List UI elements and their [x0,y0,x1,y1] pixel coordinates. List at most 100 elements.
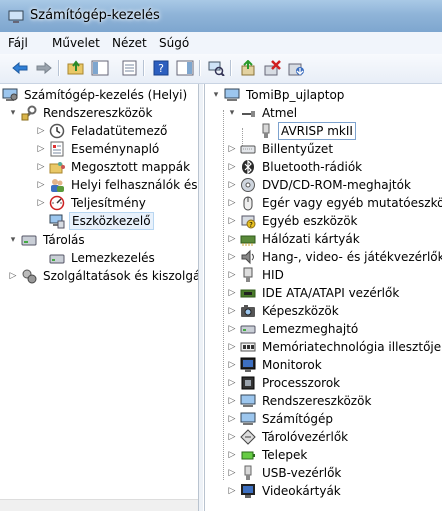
tree-item-device-manager[interactable]: Eszközkezelő [49,212,154,230]
device-label: Rendszereszközök [262,394,372,408]
menu-help[interactable]: Súgó [159,36,189,50]
expand-arrow-icon[interactable]: ▷ [227,396,237,406]
menu-view[interactable]: Nézet [112,36,147,50]
device-category-sound[interactable]: ▷ Hang-, video- és játékvezérlők [227,248,442,266]
tree-item-disk-management[interactable]: Lemezkezelés [49,249,157,267]
collapse-arrow-icon[interactable]: ▾ [211,90,221,100]
device-category-monitors[interactable]: ▷ Monitorok [227,356,324,374]
disk-drive-icon [240,321,256,337]
device-root-computer[interactable]: ▾ TomiBp_ujlaptop [211,86,346,104]
expand-arrow-icon[interactable]: ▷ [227,216,237,226]
tree-item-shared-folders[interactable]: ▷ Megosztott mappák [36,158,192,176]
device-label: Billentyűzet [262,142,334,156]
collapse-arrow-icon[interactable]: ▾ [8,108,18,118]
tree-item-services[interactable]: ▷ Szolgáltatások és kiszolgálá [8,267,198,285]
device-category-memory-tech[interactable]: ▷ Memóriatechnológia illesztője [227,338,442,356]
device-category-atmel[interactable]: ▾ Atmel [227,104,299,122]
expand-arrow-icon[interactable]: ▷ [227,360,237,370]
device-category-bluetooth[interactable]: ▷ Bluetooth-rádiók [227,158,364,176]
title-bar[interactable]: Számítógép-kezelés [0,0,442,33]
device-category-system-devices[interactable]: ▷ Rendszereszközök [227,392,373,410]
console-tree[interactable]: Számítógép-kezelés (Helyi) ▾ Rendszeresz… [0,84,199,511]
expand-arrow-icon[interactable]: ▷ [36,180,46,190]
expand-arrow-icon[interactable]: ▷ [8,271,18,281]
device-category-computer[interactable]: ▷ Számítógép [227,410,335,428]
expand-arrow-icon[interactable]: ▷ [36,198,46,208]
device-category-batteries[interactable]: ▷ Telepek [227,446,309,464]
scan-hardware-icon[interactable] [206,59,226,77]
help-icon[interactable]: ? [151,59,171,77]
uninstall-icon[interactable] [262,59,282,77]
menu-file[interactable]: Fájl [8,36,28,50]
show-tree-icon[interactable] [90,59,110,77]
expand-arrow-icon[interactable]: ▷ [227,288,237,298]
forward-icon[interactable] [34,59,54,77]
device-category-display-adapters[interactable]: ▷ Videokártyák [227,482,343,500]
expand-arrow-icon[interactable]: ▷ [36,162,46,172]
tree-item-performance[interactable]: ▷ Teljesítmény [36,194,148,212]
tree-label: Megosztott mappák [71,160,191,174]
expand-arrow-icon[interactable]: ▷ [36,126,46,136]
device-category-dvd[interactable]: ▷ DVD/CD-ROM-meghajtók [227,176,413,194]
expand-arrow-icon[interactable]: ▷ [227,270,237,280]
display-adapter-icon [240,483,256,499]
tree-item-storage[interactable]: ▾ Tárolás [8,231,87,249]
memory-tech-icon [240,339,256,355]
device-category-hid[interactable]: ▷ HID [227,266,286,284]
properties-icon[interactable] [120,59,140,77]
device-label: Videokártyák [262,484,341,498]
tree-item-local-users[interactable]: ▷ Helyi felhasználók és cs [36,176,198,194]
expand-arrow-icon[interactable]: ▷ [227,234,237,244]
device-category-imaging[interactable]: ▷ Képeszközök [227,302,341,320]
window-title: Számítógép-kezelés [30,8,160,23]
update-driver-icon[interactable] [238,59,258,77]
expand-arrow-icon[interactable]: ▷ [36,144,46,154]
expand-arrow-icon[interactable]: ▷ [227,252,237,262]
tree-item-computer-management[interactable]: Számítógép-kezelés (Helyi) [2,86,189,104]
expand-arrow-icon[interactable]: ▷ [227,162,237,172]
menu-action[interactable]: Művelet [52,36,100,50]
computer-icon [224,87,240,103]
device-category-other[interactable]: ▷ ? Egyéb eszközök [227,212,360,230]
device-avrisp-mkii[interactable]: AVRISP mkII [258,122,356,140]
expand-arrow-icon[interactable]: ▷ [227,486,237,496]
local-users-icon [49,177,65,193]
expand-arrow-icon[interactable]: ▷ [227,378,237,388]
tree-item-system-tools[interactable]: ▾ Rendszereszközök [8,104,154,122]
device-category-disk-drives[interactable]: ▷ Lemezmeghajtó [227,320,360,338]
horizontal-scrollbar[interactable] [0,499,198,511]
device-category-storage-controllers[interactable]: ▷ Tárolóvezérlők [227,428,350,446]
expand-arrow-icon[interactable]: ▷ [227,450,237,460]
collapse-arrow-icon[interactable]: ▾ [227,108,237,118]
action-pane-icon[interactable] [175,59,195,77]
device-category-mouse[interactable]: ▷ Egér vagy egyéb mutatóeszköz [227,194,442,212]
expand-arrow-icon[interactable]: ▷ [227,306,237,316]
usb-icon [240,105,256,121]
expand-arrow-icon[interactable]: ▷ [227,180,237,190]
expand-arrow-icon[interactable]: ▷ [227,198,237,208]
device-category-ide[interactable]: ▷ IDE ATA/ATAPI vezérlők [227,284,401,302]
device-category-processors[interactable]: ▷ Processzorok [227,374,342,392]
dvd-drive-icon [240,177,256,193]
pane-splitter[interactable] [199,84,203,511]
expand-arrow-icon[interactable]: ▷ [227,324,237,334]
sound-icon [240,249,256,265]
expand-arrow-icon[interactable]: ▷ [227,468,237,478]
device-category-keyboard[interactable]: ▷ Billentyűzet [227,140,335,158]
device-category-usb-controllers[interactable]: ▷ USB-vezérlők [227,464,343,482]
up-folder-icon[interactable] [66,59,86,77]
tree-item-task-scheduler[interactable]: ▷ Feladatütemező [36,122,169,140]
disable-icon[interactable] [286,59,306,77]
menu-bar: Fájl Művelet Nézet Súgó [0,32,442,55]
expand-arrow-icon[interactable]: ▷ [227,432,237,442]
device-category-network[interactable]: ▷ Hálózati kártyák [227,230,362,248]
device-tree[interactable]: ▾ TomiBp_ujlaptop ▾ Atmel AVRISP mkII ▷ … [204,84,442,511]
expand-arrow-icon[interactable]: ▷ [227,414,237,424]
back-icon[interactable] [10,59,30,77]
usb-device-icon [258,123,274,139]
collapse-arrow-icon[interactable]: ▾ [8,235,18,245]
device-label: IDE ATA/ATAPI vezérlők [262,286,400,300]
expand-arrow-icon[interactable]: ▷ [227,342,237,352]
tree-item-event-viewer[interactable]: ▷ Eseménynapló [36,140,161,158]
expand-arrow-icon[interactable]: ▷ [227,144,237,154]
